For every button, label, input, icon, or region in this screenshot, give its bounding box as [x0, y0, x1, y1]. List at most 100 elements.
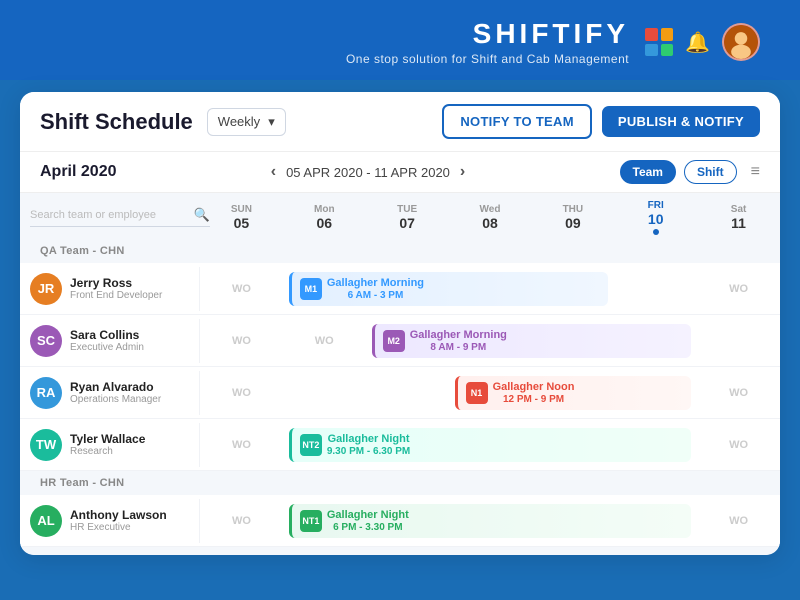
employee-role: Operations Manager — [70, 394, 161, 405]
shift-cell[interactable]: NT2 Gallagher Night 9.30 PM - 6.30 PM — [283, 424, 697, 466]
employee-role: HR Executive — [70, 522, 167, 533]
view-toggle: Team Shift ≡ — [620, 160, 760, 184]
notify-team-button[interactable]: NOTIFY TO TEAM — [442, 104, 592, 139]
cell-wo: WO — [200, 383, 283, 403]
cell-empty — [283, 389, 366, 397]
cell-wo: WO — [697, 383, 780, 403]
user-avatar[interactable] — [722, 23, 760, 61]
shift-details: Gallagher Morning 6 AM - 3 PM — [327, 277, 424, 301]
shift-view-button[interactable]: Shift — [684, 160, 737, 184]
employee-info-jerry: JR Jerry Ross Front End Developer — [20, 267, 200, 311]
day-header-tue: TUE 07 — [366, 203, 449, 231]
app-header: SHIFTIFY One stop solution for Shift and… — [0, 0, 800, 80]
calendar-container: Search team or employee 🔍 SUN 05 Mon 06 … — [20, 193, 780, 555]
brand-subtitle: One stop solution for Shift and Cab Mana… — [40, 52, 629, 66]
table-row: RA Ryan Alvarado Operations Manager WO N… — [20, 367, 780, 419]
employee-role: Front End Developer — [70, 290, 162, 301]
brand-section: SHIFTIFY One stop solution for Shift and… — [40, 18, 629, 66]
main-card: Shift Schedule Weekly ▾ NOTIFY TO TEAM P… — [20, 92, 780, 555]
cell-empty — [614, 285, 697, 293]
cell-wo: WO — [697, 279, 780, 299]
employee-info-ryan: RA Ryan Alvarado Operations Manager — [20, 371, 200, 415]
avatar: TW — [30, 429, 62, 461]
shift-details: Gallagher Night 6 PM - 3.30 PM — [327, 509, 409, 533]
shift-block[interactable]: M2 Gallagher Morning 8 AM - 9 PM — [372, 324, 691, 358]
brand-title: SHIFTIFY — [40, 18, 629, 50]
day-header-wed: Wed 08 — [449, 203, 532, 231]
shift-details: Gallagher Night 9.30 PM - 6.30 PM — [327, 433, 410, 457]
shift-block[interactable]: NT2 Gallagher Night 9.30 PM - 6.30 PM — [289, 428, 691, 462]
employee-info-sara: SC Sara Collins Executive Admin — [20, 319, 200, 363]
shift-badge: NT2 — [300, 434, 322, 456]
publish-notify-button[interactable]: PUBLISH & NOTIFY — [602, 106, 760, 137]
cell-empty — [697, 337, 780, 345]
day-header-fri: FRI 10 — [614, 199, 697, 235]
avatar: RA — [30, 377, 62, 409]
calendar-nav: April 2020 ‹ 05 APR 2020 - 11 APR 2020 ›… — [20, 152, 780, 193]
table-row: TW Tyler Wallace Research WO NT2 Gallagh… — [20, 419, 780, 471]
shift-badge: NT1 — [300, 510, 322, 532]
employee-name: Ryan Alvarado — [70, 380, 161, 394]
employee-info-anthony: AL Anthony Lawson HR Executive — [20, 499, 200, 543]
prev-week-button[interactable]: ‹ — [271, 163, 276, 181]
chevron-down-icon: ▾ — [268, 114, 275, 130]
employee-info-tyler: TW Tyler Wallace Research — [20, 423, 200, 467]
shift-badge: N1 — [466, 382, 488, 404]
cell-wo: WO — [697, 511, 780, 531]
cell-wo: WO — [200, 279, 283, 299]
schedule-header: Shift Schedule Weekly ▾ NOTIFY TO TEAM P… — [20, 92, 780, 152]
shift-cell[interactable]: NT1 Gallagher Night 6 PM - 3.30 PM — [283, 500, 697, 542]
employee-name: Sara Collins — [70, 328, 144, 342]
employee-role: Executive Admin — [70, 342, 144, 353]
search-wrap: Search team or employee 🔍 — [30, 207, 210, 227]
shift-cell[interactable]: N1 Gallagher Noon 12 PM - 9 PM — [449, 372, 698, 414]
employee-name: Anthony Lawson — [70, 508, 167, 522]
team-label-qa: QA Team - CHN — [20, 239, 780, 263]
shift-badge: M2 — [383, 330, 405, 352]
cell-wo: WO — [200, 435, 283, 455]
shift-details: Gallagher Morning 8 AM - 9 PM — [410, 329, 507, 353]
avatar: JR — [30, 273, 62, 305]
cell-wo: WO — [200, 511, 283, 531]
shift-block[interactable]: N1 Gallagher Noon 12 PM - 9 PM — [455, 376, 692, 410]
avatar: AL — [30, 505, 62, 537]
team-section-hr: HR Team - CHN AL Anthony Lawson HR Execu… — [20, 471, 780, 547]
schedule-actions: NOTIFY TO TEAM PUBLISH & NOTIFY — [442, 104, 760, 139]
cell-empty — [366, 389, 449, 397]
cell-wo: WO — [200, 331, 283, 351]
shift-badge: M1 — [300, 278, 322, 300]
shift-details: Gallagher Noon 12 PM - 9 PM — [493, 381, 575, 405]
avatar: SC — [30, 325, 62, 357]
next-week-button[interactable]: › — [460, 163, 465, 181]
day-header-sat: Sat 11 — [697, 203, 780, 231]
employee-name: Jerry Ross — [70, 276, 162, 290]
month-label: April 2020 — [40, 163, 116, 181]
shift-block[interactable]: NT1 Gallagher Night 6 PM - 3.30 PM — [289, 504, 691, 538]
shift-block[interactable]: M1 Gallagher Morning 6 AM - 3 PM — [289, 272, 608, 306]
page-title: Shift Schedule — [40, 109, 193, 135]
shift-cell[interactable]: M2 Gallagher Morning 8 AM - 9 PM — [366, 320, 697, 362]
grid-icon[interactable] — [645, 28, 673, 56]
team-view-button[interactable]: Team — [620, 160, 676, 184]
employee-role: Research — [70, 446, 145, 457]
header-icons: 🔔 — [645, 23, 760, 61]
table-row: AL Anthony Lawson HR Executive WO NT1 Ga… — [20, 495, 780, 547]
team-label-hr: HR Team - CHN — [20, 471, 780, 495]
cell-wo: WO — [697, 435, 780, 455]
team-section-qa: QA Team - CHN JR Jerry Ross Front End De… — [20, 239, 780, 471]
search-placeholder: Search team or employee — [30, 209, 156, 221]
weekly-dropdown[interactable]: Weekly ▾ — [207, 108, 286, 136]
day-header-mon: Mon 06 — [283, 203, 366, 231]
weekly-label: Weekly — [218, 114, 260, 129]
table-row: SC Sara Collins Executive Admin WO WO M2… — [20, 315, 780, 367]
search-area: Search team or employee 🔍 — [20, 207, 200, 227]
cell-wo: WO — [283, 331, 366, 351]
date-range-label: 05 APR 2020 - 11 APR 2020 — [286, 165, 450, 180]
date-range-nav: ‹ 05 APR 2020 - 11 APR 2020 › — [271, 163, 465, 181]
shift-cell[interactable]: M1 Gallagher Morning 6 AM - 3 PM — [283, 268, 614, 310]
table-row: JR Jerry Ross Front End Developer WO M1 … — [20, 263, 780, 315]
filter-icon[interactable]: ≡ — [751, 163, 760, 181]
day-header-sun: SUN 05 — [200, 203, 283, 231]
employee-name: Tyler Wallace — [70, 432, 145, 446]
bell-icon[interactable]: 🔔 — [685, 30, 710, 55]
